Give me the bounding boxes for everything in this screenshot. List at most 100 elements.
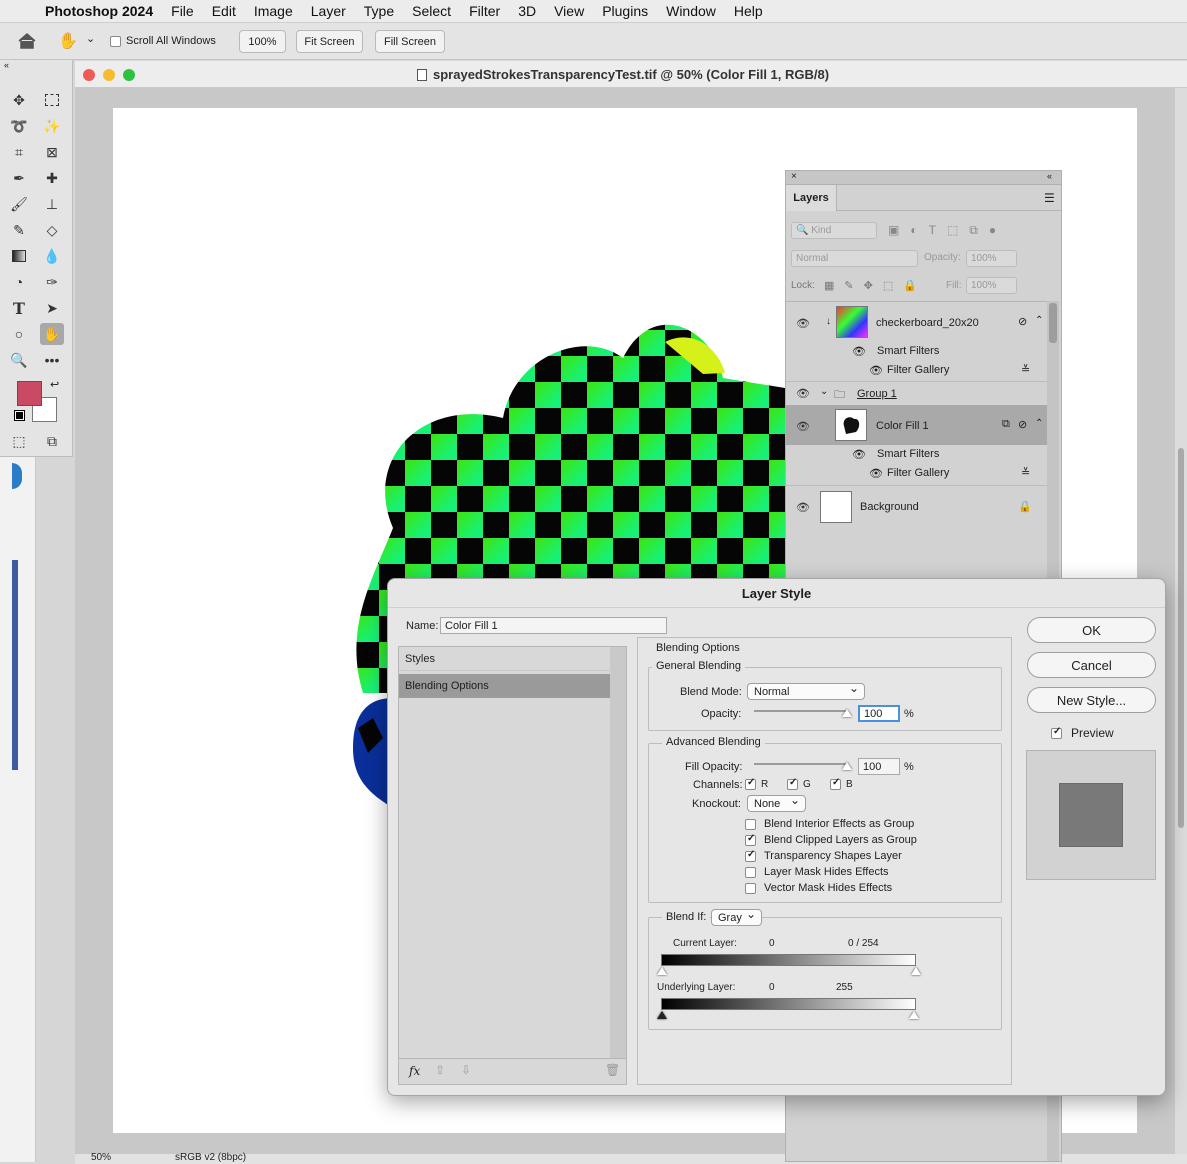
menu-help[interactable]: Help <box>725 3 772 19</box>
panel-menu-icon[interactable]: ☰ <box>1044 191 1055 205</box>
option-blend-clipped[interactable]: Blend Clipped Layers as Group <box>745 833 917 846</box>
filter-gallery-row[interactable]: 👁 Filter Gallery ≚ <box>786 361 1047 381</box>
type-tool-icon[interactable]: T <box>7 297 31 319</box>
smart-object-filter-icon[interactable]: ⧉ <box>969 223 978 238</box>
more-tools-icon[interactable]: ••• <box>40 349 64 371</box>
visibility-eye-icon[interactable]: 👁 <box>796 501 810 514</box>
fit-screen-button[interactable]: Fit Screen <box>296 30 363 53</box>
visibility-eye-icon[interactable]: 👁 <box>796 420 810 433</box>
blend-mode-select[interactable]: Normal <box>747 681 865 700</box>
menu-3d[interactable]: 3D <box>509 3 545 19</box>
menu-filter[interactable]: Filter <box>460 3 509 19</box>
move-tool-icon[interactable]: ✥ <box>7 89 31 111</box>
ellipse-tool-icon[interactable]: ○ <box>7 323 31 345</box>
collapse-panel-icon[interactable]: « <box>1047 171 1052 181</box>
crop-tool-icon[interactable]: ⌗ <box>7 141 31 163</box>
visibility-eye-icon[interactable]: 👁 <box>852 448 866 461</box>
opacity-slider[interactable] <box>754 710 848 712</box>
visibility-eye-icon[interactable]: 👁 <box>852 345 866 358</box>
checkbox-icon[interactable] <box>745 849 756 862</box>
type-filter-icon[interactable]: T <box>929 223 936 238</box>
channel-b[interactable]: B <box>830 777 853 790</box>
scroll-all-windows-checkbox[interactable]: Scroll All Windows <box>110 35 216 47</box>
new-style-button[interactable]: New Style... <box>1027 687 1156 713</box>
opacity-input[interactable]: 100% <box>966 250 1017 267</box>
zoom-tool-icon[interactable]: 🔍 <box>7 349 31 371</box>
dodge-tool-icon[interactable]: ◔ <box>7 271 31 293</box>
minimize-window-icon[interactable] <box>103 69 115 81</box>
filter-options-icon[interactable]: ≚ <box>1021 363 1030 376</box>
fill-opacity-slider-handle[interactable] <box>842 762 852 770</box>
path-selection-tool-icon[interactable]: ➤ <box>40 297 64 319</box>
zoom-window-icon[interactable] <box>123 69 135 81</box>
filter-gallery-row[interactable]: 👁 Filter Gallery ≚ <box>786 464 1047 484</box>
option-transparency-shapes[interactable]: Transparency Shapes Layer <box>745 849 902 862</box>
home-icon[interactable] <box>17 32 37 50</box>
menu-plugins[interactable]: Plugins <box>593 3 657 19</box>
tab-layers[interactable]: Layers <box>786 185 837 211</box>
blur-tool-icon[interactable]: 💧 <box>40 245 64 267</box>
menu-select[interactable]: Select <box>403 3 460 19</box>
smart-filters-row[interactable]: 👁 Smart Filters <box>786 342 1047 361</box>
lock-all-icon[interactable]: 🔒 <box>903 279 917 292</box>
fill-opacity-input[interactable]: 100 <box>858 758 900 775</box>
lock-artboard-icon[interactable]: ⬚ <box>883 279 893 292</box>
checkbox-icon[interactable] <box>745 882 756 894</box>
layer-row-selected[interactable]: 👁 Color Fill 1 ⧉ ⊘ ⌃ <box>786 405 1047 445</box>
checkbox-icon[interactable] <box>745 866 756 878</box>
checkbox-icon[interactable] <box>110 35 121 47</box>
collapse-icon[interactable]: « <box>4 60 9 70</box>
checkbox-icon[interactable] <box>1051 726 1062 739</box>
checkbox-icon[interactable] <box>745 833 756 846</box>
foreground-color-swatch[interactable] <box>17 381 42 406</box>
option-blend-interior[interactable]: Blend Interior Effects as Group <box>745 818 914 830</box>
move-down-icon[interactable]: ⇩ <box>461 1063 471 1077</box>
knockout-select[interactable]: None <box>747 793 806 812</box>
filter-options-icon[interactable]: ≚ <box>1021 466 1030 479</box>
fx-icon[interactable]: fx <box>409 1064 420 1078</box>
quick-mask-icon[interactable]: ⬚ <box>7 430 31 452</box>
menu-view[interactable]: View <box>545 3 593 19</box>
styles-item-blending-options[interactable]: Blending Options <box>399 674 610 698</box>
visibility-eye-icon[interactable]: 👁 <box>796 387 810 400</box>
scrollbar-thumb[interactable] <box>1049 303 1057 343</box>
collapse-effects-icon[interactable]: ⌃ <box>1035 418 1043 429</box>
preview-checkbox[interactable]: Preview <box>1051 726 1114 740</box>
styles-scrollbar[interactable] <box>610 647 626 1058</box>
hand-tool-icon[interactable]: ✋ <box>40 323 64 345</box>
option-layer-mask-hides[interactable]: Layer Mask Hides Effects <box>745 866 889 878</box>
eyedropper-tool-icon[interactable]: ✒ <box>7 167 31 189</box>
fill-screen-button[interactable]: Fill Screen <box>375 30 445 53</box>
scrollbar-thumb[interactable] <box>1178 448 1184 828</box>
checkbox-icon[interactable] <box>745 818 756 830</box>
lock-transparency-icon[interactable]: ▦ <box>824 279 834 292</box>
image-filter-icon[interactable]: ▣ <box>888 223 899 238</box>
gradient-tool-icon[interactable] <box>7 245 31 267</box>
eraser-tool-icon[interactable]: ◇ <box>40 219 64 241</box>
lock-pixels-icon[interactable]: ✎ <box>844 279 853 292</box>
fill-input[interactable]: 100% <box>966 277 1017 294</box>
visibility-eye-icon[interactable]: 👁 <box>796 317 810 330</box>
filter-toggle-icon[interactable]: ● <box>989 223 996 238</box>
collapse-effects-icon[interactable]: ⌃ <box>1035 315 1043 326</box>
pen-tool-icon[interactable]: ✑ <box>40 271 64 293</box>
status-profile[interactable]: sRGB v2 (8bpc) <box>175 1152 246 1163</box>
layer-row[interactable]: 👁 ↓ checkerboard_20x20 ⊘ ⌃ <box>786 302 1047 342</box>
channel-g[interactable]: G <box>787 777 811 790</box>
ok-button[interactable]: OK <box>1027 617 1156 643</box>
status-zoom[interactable]: 50% <box>91 1152 111 1163</box>
current-layer-white-handle[interactable] <box>911 967 921 975</box>
close-panel-icon[interactable]: × <box>791 171 797 182</box>
magic-wand-tool-icon[interactable]: ✨ <box>40 115 64 137</box>
default-colors-icon[interactable] <box>14 410 25 421</box>
name-input[interactable]: Color Fill 1 <box>440 617 667 634</box>
brush-tool-icon[interactable]: 🖌 <box>7 193 31 215</box>
cancel-button[interactable]: Cancel <box>1027 652 1156 678</box>
stamp-tool-icon[interactable]: ⊥ <box>40 193 64 215</box>
current-layer-black-handle[interactable] <box>657 967 667 975</box>
trash-icon[interactable]: 🗑 <box>605 1063 620 1077</box>
visibility-eye-icon[interactable]: 👁 <box>869 467 883 480</box>
frame-tool-icon[interactable]: ⊠ <box>40 141 64 163</box>
menu-type[interactable]: Type <box>355 3 403 19</box>
underlying-layer-white-handle[interactable] <box>909 1011 919 1019</box>
